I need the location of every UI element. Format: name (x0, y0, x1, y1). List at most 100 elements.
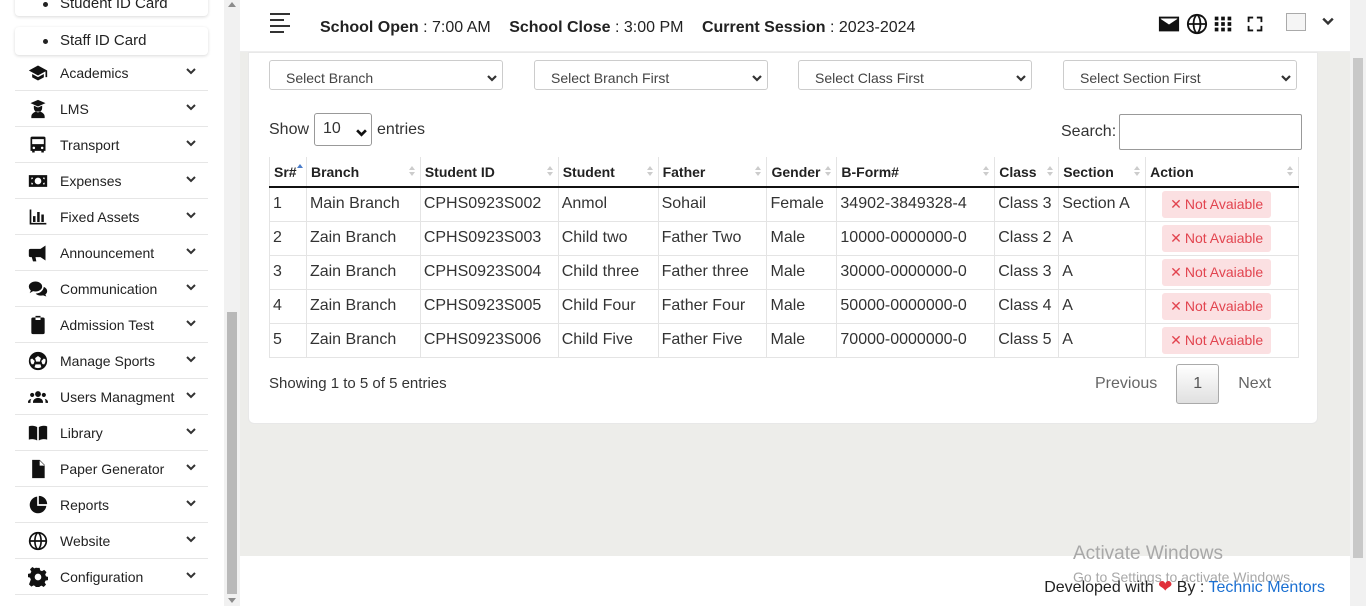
column-header-student[interactable]: Student (557, 157, 659, 188)
sidebar-item-paper-generator[interactable]: Paper Generator (15, 451, 208, 487)
column-header-class[interactable]: Class (994, 157, 1059, 188)
close-icon: ✕ (1170, 297, 1182, 314)
next-page-button[interactable]: Next (1238, 375, 1271, 393)
money-bill-icon (15, 171, 60, 191)
chevron-down-icon (186, 534, 208, 547)
scroll-up-arrow-icon[interactable] (228, 2, 236, 7)
column-header-bform[interactable]: B-Form# (836, 157, 995, 188)
not-available-button[interactable]: ✕ Not Avaiable (1162, 292, 1272, 320)
sort-icon (1134, 166, 1141, 176)
not-available-button[interactable]: ✕ Not Avaiable (1162, 258, 1272, 286)
cell-bform: 10000-0000000-0 (836, 221, 995, 256)
sidebar-item-communication[interactable]: Communication (15, 271, 208, 307)
column-header-section[interactable]: Section (1058, 157, 1146, 188)
cell-branch: Zain Branch (305, 221, 421, 256)
column-header-student-id[interactable]: Student ID (419, 157, 559, 188)
sort-icon (408, 166, 416, 176)
sidebar-item-announcement[interactable]: Announcement (15, 235, 208, 271)
sidebar-item-manage-sports[interactable]: Manage Sports (15, 343, 208, 379)
sidebar-item-label: Users Managment (60, 388, 175, 405)
cell-action: ✕ Not Avaiable (1145, 289, 1299, 324)
menu-toggle-icon[interactable] (270, 13, 290, 37)
session-label: Current Session (701, 19, 826, 36)
column-header-gender[interactable]: Gender (766, 157, 837, 188)
chevron-down-icon (752, 70, 762, 82)
sidebar-item-label: Communication (60, 280, 158, 297)
sidebar-item-admission-test[interactable]: Admission Test (15, 307, 208, 343)
cell-sr: 5 (269, 323, 307, 358)
branch-dependent-select[interactable]: Select Branch First (534, 60, 768, 90)
scrollbar-thumb[interactable] (227, 312, 237, 594)
football-icon (15, 351, 60, 371)
page-1-button[interactable]: 1 (1176, 364, 1220, 404)
sidebar-item-academics[interactable]: Academics (15, 55, 208, 91)
column-header-label: Sr# (274, 163, 297, 180)
column-header-label: Class (999, 163, 1037, 180)
not-available-button[interactable]: ✕ Not Avaiable (1162, 224, 1272, 252)
entries-per-page-select[interactable]: 10 (314, 113, 373, 146)
sidebar-item-expenses[interactable]: Expenses (15, 163, 208, 199)
column-header-label: Student ID (424, 163, 495, 180)
sort-icon (983, 166, 990, 176)
class-dependent-select[interactable]: Select Class First (798, 60, 1032, 90)
sidebar-item-transport[interactable]: Transport (15, 127, 208, 163)
by-text: By : (1176, 579, 1205, 596)
column-header-sr[interactable]: Sr# (269, 157, 307, 188)
not-available-button[interactable]: ✕ Not Avaiable (1162, 326, 1272, 354)
fullscreen-icon[interactable] (1244, 13, 1266, 35)
sidebar-item-users-managment[interactable]: Users Managment (15, 379, 208, 415)
sidebar-item-configuration[interactable]: Configuration (15, 559, 208, 595)
cell-sr: 4 (269, 289, 307, 324)
not-available-button[interactable]: ✕ Not Avaiable (1162, 190, 1272, 218)
cell-student: Child Four (557, 289, 659, 324)
envelope-icon[interactable] (1158, 13, 1180, 35)
main-scrollbar[interactable] (1350, 0, 1366, 606)
chevron-down-icon (186, 102, 208, 115)
chevron-down-icon (186, 246, 208, 259)
table-row: 4 Zain Branch CPHS0923S005 Child Four Fa… (269, 289, 1299, 324)
sidebar-item-label: Library (60, 424, 103, 441)
sidebar-item-website[interactable]: Website (15, 523, 208, 559)
search-input[interactable] (1119, 114, 1303, 150)
developer-credit: Developed with ❤ By : Technic Mentors (1044, 577, 1325, 597)
chevron-down-icon (186, 318, 208, 331)
cell-student-id: CPHS0923S002 (419, 187, 559, 222)
close-icon: ✕ (1170, 331, 1182, 348)
chart-pie-icon (15, 495, 60, 515)
apps-grid-icon[interactable] (1212, 13, 1234, 35)
sidebar-subitem-label: Staff ID Card (60, 32, 147, 49)
branch-select[interactable]: Select Branch (269, 60, 503, 90)
school-info: School Open : 7:00 AM School Close : 3:0… (320, 19, 929, 37)
watermark-title: Activate Windows (1073, 543, 1223, 564)
scroll-down-arrow-icon[interactable] (228, 598, 236, 603)
column-header-action[interactable]: Action (1145, 157, 1299, 188)
avatar[interactable] (1286, 13, 1306, 31)
scrollbar-thumb[interactable] (1353, 58, 1363, 558)
sidebar-item-fixed-assets[interactable]: Fixed Assets (15, 199, 208, 235)
company-link[interactable]: Technic Mentors (1209, 579, 1326, 596)
chevron-down-icon (1016, 70, 1026, 82)
sidebar-item-label: Expenses (60, 172, 122, 189)
column-header-label: Branch (310, 163, 360, 180)
chevron-down-icon (186, 390, 208, 403)
cell-sr: 3 (269, 255, 307, 290)
sidebar-scrollbar[interactable] (224, 0, 240, 606)
sidebar-item-label: Website (60, 532, 111, 549)
globe-icon[interactable] (1186, 13, 1208, 35)
column-header-branch[interactable]: Branch (305, 157, 421, 188)
sidebar-item-library[interactable]: Library (15, 415, 208, 451)
sidebar-item-reports[interactable]: Reports (15, 487, 208, 523)
cell-father: Sohail (657, 187, 767, 222)
section-dependent-select[interactable]: Select Section First (1063, 60, 1297, 90)
sidebar-subitem-student-id-card[interactable]: Student ID Card (15, 0, 208, 16)
cell-bform: 30000-0000000-0 (836, 255, 995, 290)
previous-page-button[interactable]: Previous (1095, 375, 1157, 393)
sidebar-item-lms[interactable]: LMS (15, 91, 208, 127)
sort-icon (296, 164, 304, 170)
cell-branch: Zain Branch (305, 323, 421, 358)
sort-icon (646, 166, 654, 176)
chevron-down-icon (186, 66, 208, 79)
column-header-father[interactable]: Father (657, 157, 767, 188)
sidebar-subitem-staff-id-card[interactable]: Staff ID Card (15, 27, 208, 55)
chevron-down-icon[interactable] (1322, 14, 1336, 28)
